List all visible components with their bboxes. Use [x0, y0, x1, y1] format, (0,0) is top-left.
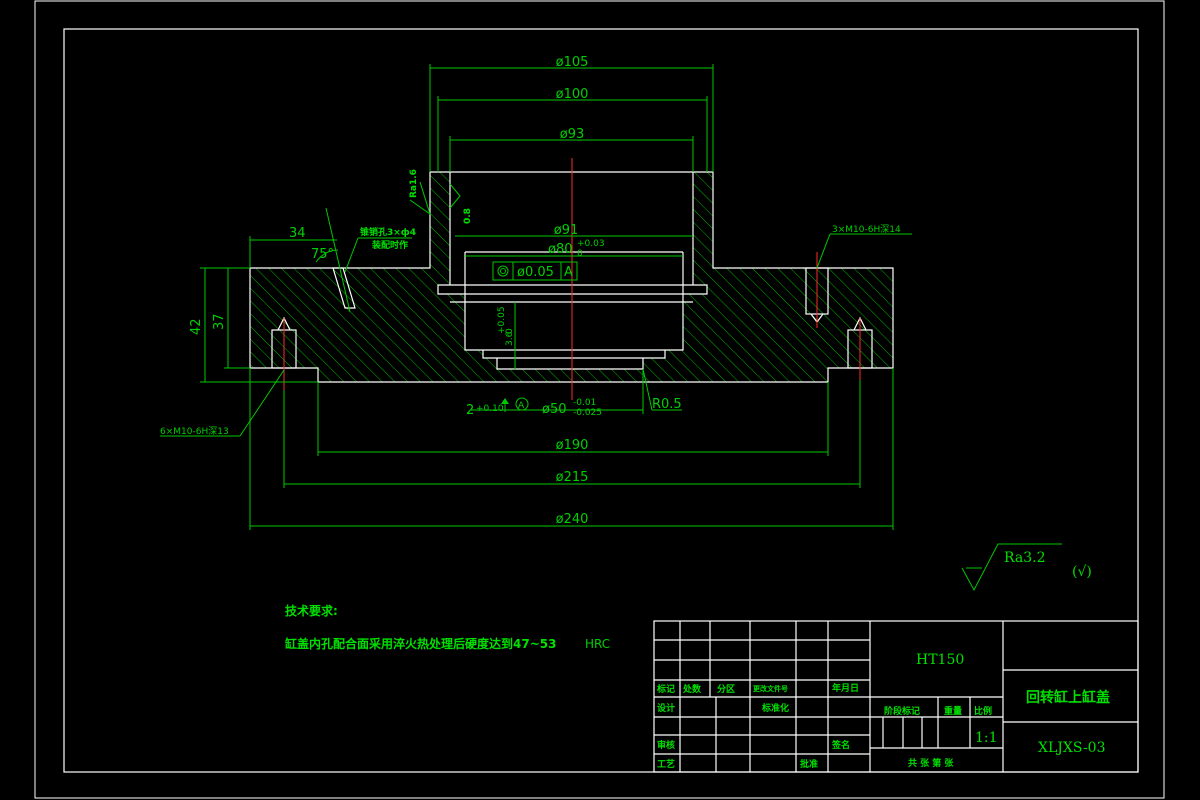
- scale-value: 1:1: [975, 730, 998, 746]
- dim-w2-tol: +0.10: [476, 404, 504, 414]
- tolerance-value: ø0.05: [517, 265, 554, 280]
- hdr-date: 年月日: [832, 682, 859, 694]
- lbl-approve: 批准: [800, 758, 818, 770]
- datum-label: A: [518, 401, 525, 411]
- lbl-scale: 比例: [974, 705, 992, 717]
- lbl-check: 审核: [657, 739, 675, 751]
- technical-requirements: 技术要求: 缸盖内孔配合面采用淬火热处理后硬度达到47~53 HRC: [285, 603, 610, 651]
- drawing-sheet: ø105 ø100 ø93 ø91 ø80 +0.03 0 ø0.05 A ø5…: [34, 0, 1165, 799]
- hdr-mark: 标记: [656, 683, 675, 695]
- outer-border: [34, 0, 1165, 799]
- dim-d240: ø240: [556, 512, 589, 527]
- hdr-count: 处数: [682, 683, 702, 695]
- lbl-process: 工艺: [657, 758, 675, 770]
- tech-line1-unit: HRC: [585, 637, 610, 651]
- dim-ang75: 75°: [311, 247, 334, 262]
- roughness-symbol: Ra3.2 (√): [961, 543, 1092, 592]
- dim-d50-tol-up: -0.01: [573, 398, 596, 408]
- dim-d80-tol-low: 0: [577, 249, 583, 259]
- lbl-sign: 签名: [831, 739, 850, 751]
- dim-d91: ø91: [554, 223, 579, 238]
- note-thread-bottom: 6×M10-6H深13: [160, 426, 229, 437]
- hdr-zone: 分区: [717, 683, 735, 695]
- dim-d50-tol-low: -0.025: [573, 408, 602, 418]
- dim-d100: ø100: [556, 87, 589, 102]
- dim-d80: ø80: [548, 242, 573, 257]
- dim-d80-tol-up: +0.03: [577, 239, 605, 249]
- lbl-weight: 重量: [944, 705, 962, 717]
- drawing-number: XLJXS-03: [1038, 740, 1106, 756]
- dim-len34: 34: [289, 226, 306, 241]
- dim-h42: 42: [189, 318, 204, 335]
- hdr-doc: 更改文件号: [753, 684, 788, 693]
- ra-08-label: 0.8: [463, 208, 473, 224]
- dim-r05: R0.5: [652, 397, 682, 412]
- tech-line1: 缸盖内孔配合面采用淬火热处理后硬度达到47~53: [285, 636, 556, 651]
- ra-16-label: Ra1.6: [409, 169, 419, 198]
- note-thread-top: 3×M10-6H深14: [832, 224, 901, 235]
- dim-d190: ø190: [556, 438, 589, 453]
- dim-d215: ø215: [556, 470, 589, 485]
- dim-w2: 2: [466, 403, 474, 418]
- lbl-sheets: 共 张 第 张: [908, 757, 954, 769]
- geometric-tolerance-frame: ø0.05 A: [492, 261, 578, 281]
- note-taper-pin: 锥销孔3×ф4: [360, 226, 416, 238]
- note-assembly: 装配时作: [371, 239, 408, 251]
- dim-h37: 37: [212, 313, 227, 330]
- dim-d93: ø93: [560, 127, 585, 142]
- material: HT150: [916, 652, 964, 668]
- title-block: HT150 回转缸上缸盖 XLJXS-03 1:1 标记 处数 分区 更改文件号…: [653, 620, 1139, 773]
- lbl-design: 设计: [657, 702, 675, 714]
- part-name: 回转缸上缸盖: [1026, 689, 1110, 706]
- dim-h36-tol-low: 0: [505, 328, 515, 334]
- lbl-standard: 标准化: [761, 702, 789, 714]
- roughness-suffix: (√): [1072, 564, 1092, 580]
- tolerance-datum: A: [564, 265, 573, 280]
- roughness-value: Ra3.2: [1004, 550, 1045, 566]
- lbl-stage: 阶段标记: [884, 705, 920, 717]
- tech-title: 技术要求:: [285, 603, 338, 618]
- dim-d105: ø105: [556, 55, 589, 70]
- dim-d50: ø50: [542, 402, 567, 417]
